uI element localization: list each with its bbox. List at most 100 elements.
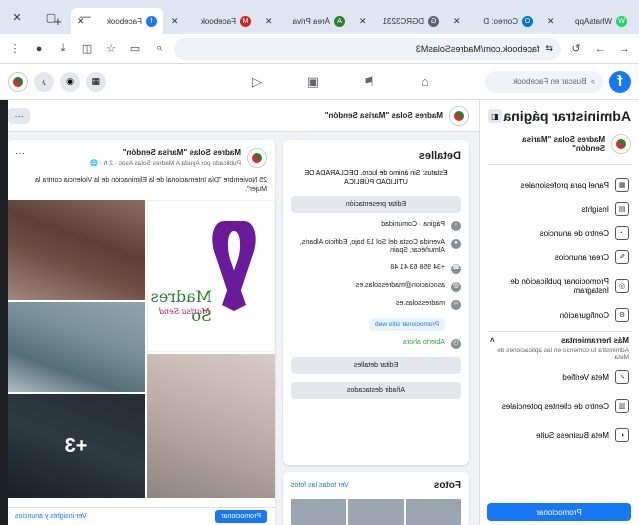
site-info-icon[interactable]: ⇄ (545, 43, 553, 54)
more-options-button[interactable]: ··· (8, 107, 30, 124)
details-title: Detalles (418, 150, 461, 162)
post-photo-street[interactable] (7, 302, 145, 392)
page-header: Madres Solas "Marisa Sendón" ··· (0, 100, 479, 132)
poster-title: Madres So (150, 287, 213, 325)
browser-menu-icon[interactable]: ⋮ (6, 40, 24, 58)
see-all-photos-link[interactable]: Ver todas las fotos (291, 482, 349, 489)
home-tab-icon[interactable]: ⌂ (411, 71, 439, 93)
photo-thumbnail[interactable] (405, 499, 461, 525)
zoom-icon[interactable]: ⌕ (150, 40, 168, 58)
tab-close-icon[interactable]: ✕ (171, 16, 179, 27)
post-photo-grid: Madres So Marisa Send +3 (7, 200, 275, 498)
browser-tab[interactable]: W WhatsApp ✕ (541, 8, 633, 34)
forward-icon[interactable]: → (591, 40, 609, 58)
tabs-container: W WhatsApp ✕ O Correo: D ✕ G DGRC3231 ✕ A Área Pri… (69, 8, 633, 34)
sidebar-item[interactable]: ◔ Centro de anuncios (488, 221, 631, 245)
promote-button[interactable]: Promocionar (487, 503, 631, 521)
bookmark-star-icon[interactable]: ☆ (102, 40, 120, 58)
sidebar-collapse-icon[interactable]: ◧ (488, 109, 502, 123)
back-icon[interactable]: ← (615, 40, 633, 58)
tab-close-icon[interactable]: ✕ (453, 16, 461, 27)
email-icon: @ (451, 282, 461, 292)
category-text: Página · Comunidad (381, 220, 445, 228)
account-avatar[interactable] (8, 71, 28, 92)
add-featured-button[interactable]: Añadir destacados (291, 382, 461, 399)
sidebar-item[interactable]: ◎ Promocionar publicación de Instagram (488, 269, 631, 303)
sidebar-item[interactable]: ✎ Crear anuncios (488, 245, 631, 269)
facebook-top-nav: f ⌕ Buscar en Facebook ⌂ ⚑ ▣ ◁ ▦ ◉ ♪ (0, 64, 639, 100)
tab-title: Área Priva (292, 16, 330, 26)
website-row: ∞ madressolas.es (291, 300, 461, 310)
post-author-avatar[interactable] (247, 148, 267, 168)
insights-icon: ▤ (615, 202, 629, 216)
download-icon[interactable]: ⤓ (54, 40, 72, 58)
sidebar-item-label: Promocionar publicación de Instagram (510, 277, 609, 295)
sidebar-item[interactable]: ▤ Insights (488, 197, 631, 221)
messenger-icon[interactable]: ◉ (60, 71, 80, 92)
bell-icon[interactable]: ♪ (34, 71, 54, 92)
reload-icon[interactable]: ↻ (567, 40, 585, 58)
sidebar-title: Administrar página (503, 108, 631, 124)
tab-favicon-icon: f (146, 15, 157, 27)
more-tools-menu: ✓ Meta Verified ▥ Centro de clientes potenc… (488, 365, 631, 447)
post-photo-ribbon[interactable] (147, 354, 275, 498)
post-promote-button[interactable]: Promocionar (215, 510, 267, 523)
page-logo (611, 134, 631, 154)
maximize-icon[interactable]: ▢ (34, 0, 68, 34)
page-switcher-name: Madres Solas "Marisa Sendón" (522, 135, 606, 153)
tab-favicon-icon: M (240, 15, 251, 27)
facebook-search-input[interactable]: ⌕ Buscar en Facebook (485, 70, 603, 93)
business-suite-icon: ◐ (615, 428, 629, 442)
phone-text: +34 958 63 41 48 (390, 264, 445, 271)
tab-close-icon[interactable]: ✕ (359, 16, 367, 27)
megaphone-tab-icon[interactable]: ◁ (243, 71, 271, 93)
sidebar-item-label: Meta Business Suite (536, 430, 609, 440)
flag-tab-icon[interactable]: ⚑ (355, 71, 383, 93)
post-options-icon[interactable]: ··· (15, 148, 25, 159)
promote-website-button[interactable]: Promocionar sitio web (369, 318, 445, 331)
close-window-icon[interactable]: ✕ (0, 0, 34, 34)
insights-link[interactable]: Ver insights y anuncios (15, 513, 87, 520)
phone-row: ☎ +34 958 63 41 48 (291, 264, 461, 274)
sidebar-item[interactable]: ✓ Meta Verified (488, 365, 631, 389)
website-link[interactable]: madressolas.es (396, 300, 445, 309)
more-tools-section[interactable]: Más herramientas ˄ Administra tu comercio… (488, 331, 631, 365)
facebook-logo-icon[interactable]: f (609, 70, 631, 93)
manage-page-sidebar: Administrar página ◧ Madres Solas "Maris… (479, 100, 639, 525)
edit-bio-button[interactable]: Editar presentación (291, 195, 461, 213)
url-input[interactable]: ⇄ facebook.com/MadresSolasM3 (174, 37, 561, 60)
tab-title: Correo: D (483, 16, 518, 26)
more-tools-title: Más herramientas (560, 336, 629, 345)
tab-close-icon[interactable]: ✕ (547, 16, 555, 27)
browser-tab[interactable]: A Área Priva ✕ (259, 8, 351, 34)
browser-tab[interactable]: M Facebook ✕ (165, 8, 257, 34)
sidebar-item[interactable]: ▥ Centro de clientes potenciales (488, 389, 631, 423)
browser-tab[interactable]: G DGRC3231 ✕ (353, 8, 445, 34)
top-right-icons: ▦ ◉ ♪ (8, 71, 106, 92)
tab-title: WhatsApp (575, 16, 612, 26)
extensions-icon[interactable]: ◫ (78, 40, 96, 58)
post-photo-demonstration[interactable] (7, 200, 145, 300)
photo-thumbnail[interactable] (291, 499, 347, 525)
cast-icon[interactable]: ▭ (126, 40, 144, 58)
tab-title: DGRC3231 (382, 16, 424, 26)
sidebar-item[interactable]: ▦ Panel para profesionales (488, 173, 631, 197)
tab-close-icon[interactable]: ✕ (265, 16, 273, 27)
edit-details-button[interactable]: Editar detalles (291, 357, 461, 374)
screen-edge (0, 100, 8, 525)
hours-text[interactable]: Abierto ahora (403, 339, 445, 348)
profile-icon[interactable]: ● (30, 40, 48, 58)
photo-thumbnail[interactable] (348, 499, 404, 525)
post-author[interactable]: Madres Solas "Marisa Sendón" (90, 148, 241, 157)
post-photo-poster[interactable]: Madres So Marisa Send (147, 200, 275, 352)
ads-tab-icon[interactable]: ▣ (299, 71, 327, 93)
chevron-up-icon: ˄ (490, 336, 495, 345)
sidebar-item[interactable]: ◐ Meta Business Suite (488, 423, 631, 447)
post-photo-more[interactable]: +3 (7, 394, 145, 498)
menu-grid-icon[interactable]: ▦ (86, 71, 106, 92)
page-switcher[interactable]: Madres Solas "Marisa Sendón" (488, 134, 631, 165)
sidebar-item[interactable]: ⚙ Configuración (488, 303, 631, 327)
minimize-icon[interactable]: — (68, 0, 102, 34)
browser-tab[interactable]: O Correo: D ✕ (447, 8, 539, 34)
megaphone-icon: ◔ (615, 226, 629, 240)
